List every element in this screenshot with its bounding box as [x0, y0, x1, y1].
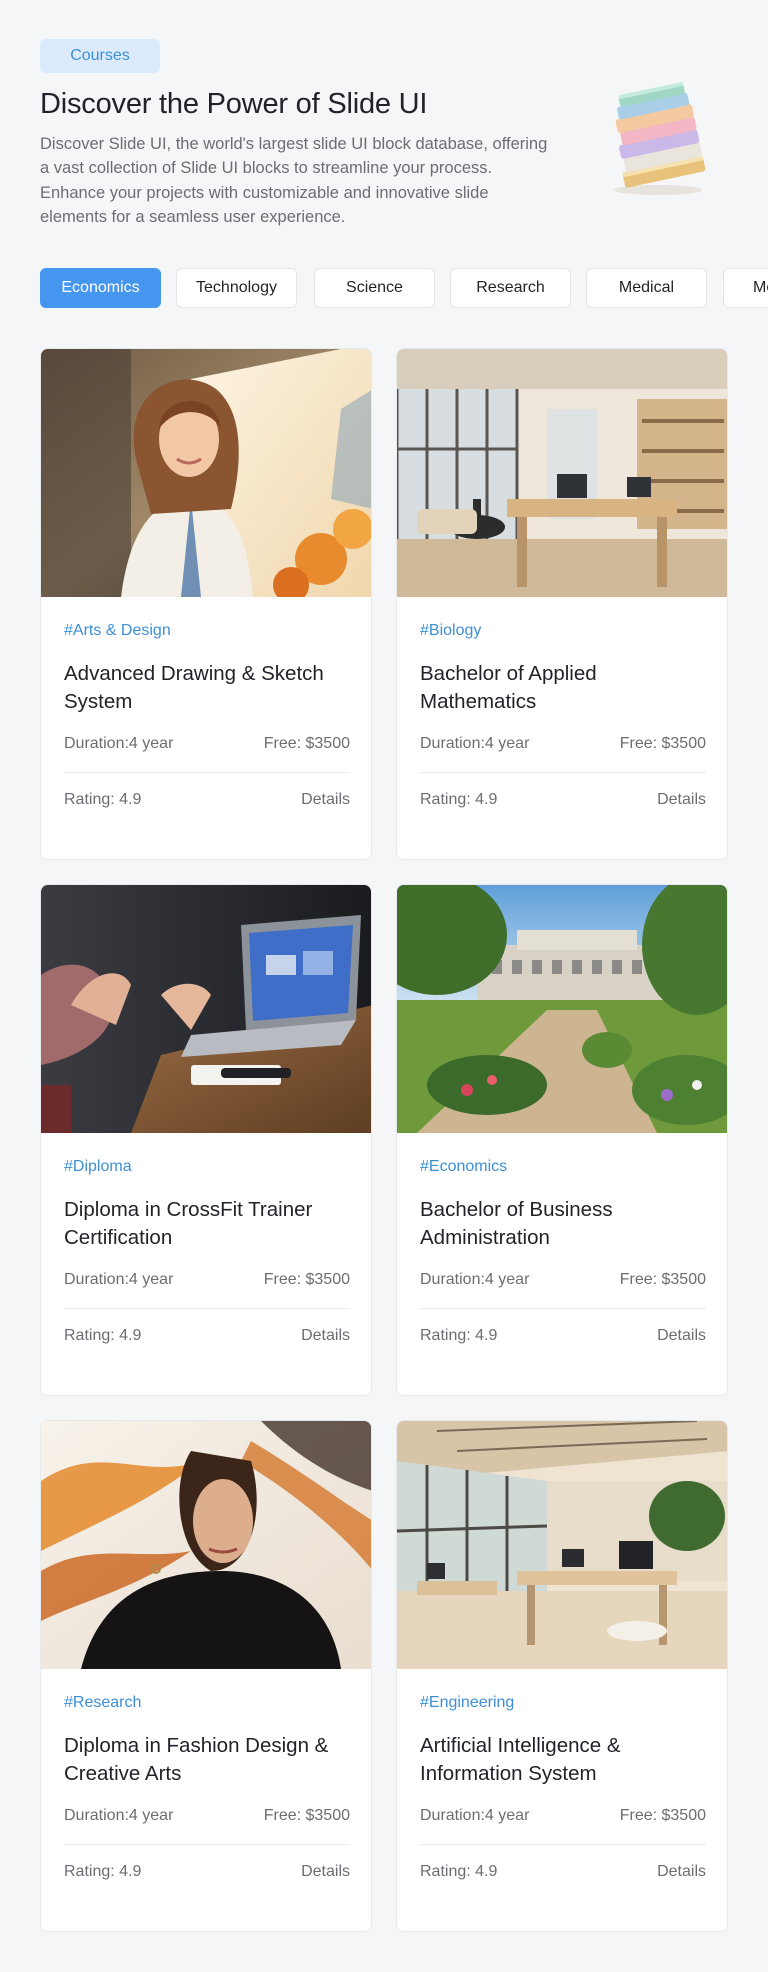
details-link[interactable]: Details [657, 791, 706, 809]
course-fee: Free: $3500 [263, 1807, 350, 1824]
course-duration: Duration:4 year [64, 735, 174, 752]
course-meta: Duration:4 year Free: $3500 [420, 1271, 706, 1289]
course-tag[interactable]: #Research [64, 1694, 141, 1712]
card-divider [64, 772, 350, 773]
course-meta: Duration:4 year Free: $3500 [64, 1807, 350, 1825]
course-card: #Economics Bachelor of Business Administ… [396, 884, 728, 1396]
campus-garden-photo [397, 885, 727, 1133]
details-link[interactable]: Details [657, 1863, 706, 1881]
office-interior-photo [397, 349, 727, 597]
tab-research[interactable]: Research [450, 268, 571, 308]
course-duration: Duration:4 year [420, 1271, 530, 1288]
card-divider [64, 1844, 350, 1845]
category-tabs: Economics Technology Science Research Me… [40, 268, 768, 308]
course-duration: Duration:4 year [420, 735, 530, 752]
course-fee: Free: $3500 [619, 1271, 706, 1288]
course-title[interactable]: Bachelor of Business Administration [420, 1196, 710, 1252]
course-card: #Arts & Design Advanced Drawing & Sketch… [40, 348, 372, 860]
details-link[interactable]: Details [301, 791, 350, 809]
details-link[interactable]: Details [301, 1863, 350, 1881]
course-title[interactable]: Diploma in Fashion Design & Creative Art… [64, 1732, 354, 1788]
course-rating: Rating: 4.9 [420, 1863, 498, 1880]
course-footer: Rating: 4.9 Details [420, 1327, 706, 1345]
course-card: #Research Diploma in Fashion Design & Cr… [40, 1420, 372, 1932]
woman-painting-photo [41, 349, 371, 597]
course-duration: Duration:4 year [420, 1807, 530, 1824]
page-title: Discover the Power of Slide UI [40, 88, 428, 120]
tab-economics[interactable]: Economics [40, 268, 161, 308]
book-stack-icon [614, 82, 706, 195]
tab-technology[interactable]: Technology [176, 268, 297, 308]
course-footer: Rating: 4.9 Details [64, 791, 350, 809]
course-title[interactable]: Advanced Drawing & Sketch System [64, 660, 354, 716]
laptop-hands-photo [41, 885, 371, 1133]
card-divider [420, 772, 706, 773]
course-rating: Rating: 4.9 [420, 1327, 498, 1344]
course-meta: Duration:4 year Free: $3500 [420, 735, 706, 753]
course-rating: Rating: 4.9 [64, 1327, 142, 1344]
tab-medical[interactable]: Medical [586, 268, 707, 308]
tab-medical-overflow[interactable]: Medical [723, 268, 768, 308]
course-title[interactable]: Diploma in CrossFit Trainer Certificatio… [64, 1196, 354, 1252]
course-card: #Engineering Artificial Intelligence & I… [396, 1420, 728, 1932]
course-meta: Duration:4 year Free: $3500 [64, 735, 350, 753]
fashion-portrait-photo [41, 1421, 371, 1669]
open-office-photo [397, 1421, 727, 1669]
page-description: Discover Slide UI, the world's largest s… [40, 135, 548, 227]
card-divider [420, 1844, 706, 1845]
course-fee: Free: $3500 [263, 735, 350, 752]
course-tag[interactable]: #Diploma [64, 1158, 132, 1176]
course-footer: Rating: 4.9 Details [64, 1863, 350, 1881]
card-divider [64, 1308, 350, 1309]
courses-badge: Courses [40, 39, 160, 73]
course-meta: Duration:4 year Free: $3500 [64, 1271, 350, 1289]
course-tag[interactable]: #Economics [420, 1158, 507, 1176]
course-footer: Rating: 4.9 Details [420, 791, 706, 809]
course-fee: Free: $3500 [619, 735, 706, 752]
course-rating: Rating: 4.9 [64, 1863, 142, 1880]
course-duration: Duration:4 year [64, 1807, 174, 1824]
course-rating: Rating: 4.9 [420, 791, 498, 808]
course-footer: Rating: 4.9 Details [420, 1863, 706, 1881]
course-tag[interactable]: #Biology [420, 622, 481, 640]
course-title[interactable]: Bachelor of Applied Mathematics [420, 660, 710, 716]
course-card: #Biology Bachelor of Applied Mathematics… [396, 348, 728, 860]
course-duration: Duration:4 year [64, 1271, 174, 1288]
course-footer: Rating: 4.9 Details [64, 1327, 350, 1345]
course-tag[interactable]: #Engineering [420, 1694, 514, 1712]
course-fee: Free: $3500 [619, 1807, 706, 1824]
details-link[interactable]: Details [301, 1327, 350, 1345]
details-link[interactable]: Details [657, 1327, 706, 1345]
course-tag[interactable]: #Arts & Design [64, 622, 171, 640]
course-rating: Rating: 4.9 [64, 791, 142, 808]
tab-science[interactable]: Science [314, 268, 435, 308]
course-fee: Free: $3500 [263, 1271, 350, 1288]
course-title[interactable]: Artificial Intelligence & Information Sy… [420, 1732, 710, 1788]
course-card: #Diploma Diploma in CrossFit Trainer Cer… [40, 884, 372, 1396]
card-divider [420, 1308, 706, 1309]
course-meta: Duration:4 year Free: $3500 [420, 1807, 706, 1825]
